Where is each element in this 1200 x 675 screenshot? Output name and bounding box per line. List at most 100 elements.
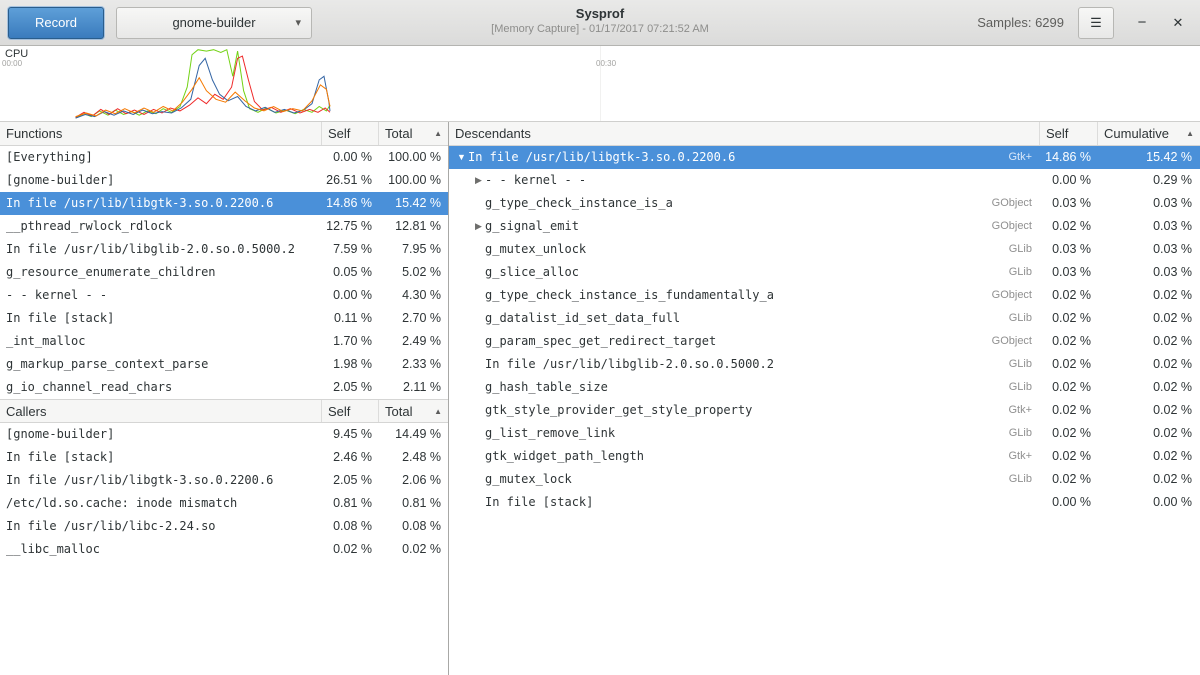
- function-name: g_io_channel_read_chars: [0, 376, 322, 399]
- table-row[interactable]: g_mutex_lockGLib0.02 %0.02 %: [449, 468, 1200, 491]
- column-header-self[interactable]: Self: [1040, 122, 1098, 145]
- table-row[interactable]: In file [stack]0.11 %2.70 %: [0, 307, 448, 330]
- table-row[interactable]: __pthread_rwlock_rdlock12.75 %12.81 %: [0, 215, 448, 238]
- close-button[interactable]: ✕: [1170, 15, 1186, 31]
- descendant-name-cell: gtk_style_provider_get_style_propertyGtk…: [449, 399, 1040, 422]
- category-label: GObject: [992, 330, 1040, 353]
- function-name: In file /usr/lib/libgtk-3.so.0.2200.6: [0, 469, 322, 492]
- function-name: _int_malloc: [0, 330, 322, 353]
- column-header-total[interactable]: Total ▲: [379, 400, 448, 422]
- table-row[interactable]: g_io_channel_read_chars2.05 %2.11 %: [0, 376, 448, 399]
- table-row[interactable]: ▼In file /usr/lib/libgtk-3.so.0.2200.6Gt…: [449, 146, 1200, 169]
- chevron-down-icon: ▾: [295, 16, 301, 29]
- column-header-label: Self: [328, 126, 350, 141]
- self-percent: 0.02 %: [322, 538, 379, 561]
- function-name: - - kernel - -: [485, 169, 586, 192]
- function-name: [gnome-builder]: [0, 423, 322, 446]
- function-name: In file /usr/lib/libc-2.24.so: [0, 515, 322, 538]
- function-name: In file /usr/lib/libglib-2.0.so.0.5000.2: [0, 238, 322, 261]
- function-name: - - kernel - -: [0, 284, 322, 307]
- table-row[interactable]: In file /usr/lib/libglib-2.0.so.0.5000.2…: [0, 238, 448, 261]
- table-row[interactable]: [gnome-builder]26.51 %100.00 %: [0, 169, 448, 192]
- target-selector-dropdown[interactable]: gnome-builder ▾: [116, 7, 312, 39]
- self-percent: 0.02 %: [1040, 330, 1098, 353]
- column-header-label: Descendants: [455, 126, 531, 141]
- time-tick-start: 00:00: [2, 59, 22, 68]
- table-row[interactable]: g_slice_allocGLib0.03 %0.03 %: [449, 261, 1200, 284]
- total-percent: 7.95 %: [379, 238, 448, 261]
- table-row[interactable]: In file /usr/lib/libgtk-3.so.0.2200.614.…: [0, 192, 448, 215]
- self-percent: 0.02 %: [1040, 376, 1098, 399]
- self-percent: 0.03 %: [1040, 238, 1098, 261]
- column-header-descendants[interactable]: Descendants: [449, 122, 1040, 145]
- table-row[interactable]: In file [stack]0.00 %0.00 %: [449, 491, 1200, 514]
- total-percent: 2.70 %: [379, 307, 448, 330]
- column-header-label: Total: [385, 404, 412, 419]
- table-row[interactable]: g_mutex_unlockGLib0.03 %0.03 %: [449, 238, 1200, 261]
- table-row[interactable]: g_type_check_instance_is_aGObject0.03 %0…: [449, 192, 1200, 215]
- table-row[interactable]: ▶- - kernel - -0.00 %0.29 %: [449, 169, 1200, 192]
- table-row[interactable]: g_markup_parse_context_parse1.98 %2.33 %: [0, 353, 448, 376]
- expander-open-icon[interactable]: ▼: [455, 146, 468, 169]
- table-row[interactable]: g_type_check_instance_is_fundamentally_a…: [449, 284, 1200, 307]
- function-name: In file [stack]: [485, 491, 593, 514]
- table-row[interactable]: gtk_widget_path_lengthGtk+0.02 %0.02 %: [449, 445, 1200, 468]
- table-row[interactable]: gtk_style_provider_get_style_propertyGtk…: [449, 399, 1200, 422]
- table-row[interactable]: _int_malloc1.70 %2.49 %: [0, 330, 448, 353]
- menu-button[interactable]: ☰: [1078, 7, 1114, 39]
- descendant-name-cell: ▼In file /usr/lib/libgtk-3.so.0.2200.6Gt…: [449, 146, 1040, 169]
- self-percent: 7.59 %: [322, 238, 379, 261]
- cumulative-percent: 0.02 %: [1098, 353, 1200, 376]
- table-row[interactable]: ▶g_signal_emitGObject0.02 %0.03 %: [449, 215, 1200, 238]
- table-row[interactable]: In file /usr/lib/libglib-2.0.so.0.5000.2…: [449, 353, 1200, 376]
- column-header-self[interactable]: Self: [322, 400, 379, 422]
- column-header-callers[interactable]: Callers: [0, 400, 322, 422]
- self-percent: 9.45 %: [322, 423, 379, 446]
- table-row[interactable]: In file [stack]2.46 %2.48 %: [0, 446, 448, 469]
- cumulative-percent: 0.02 %: [1098, 468, 1200, 491]
- self-percent: 26.51 %: [322, 169, 379, 192]
- category-label: GLib: [1009, 307, 1040, 330]
- column-header-label: Self: [1046, 126, 1068, 141]
- descendant-name-cell: g_mutex_unlockGLib: [449, 238, 1040, 261]
- table-row[interactable]: g_resource_enumerate_children0.05 %5.02 …: [0, 261, 448, 284]
- descendant-name-cell: g_type_check_instance_is_fundamentally_a…: [449, 284, 1040, 307]
- function-name: g_hash_table_size: [485, 376, 608, 399]
- column-header-label: Functions: [6, 126, 62, 141]
- descendants-table-body: ▼In file /usr/lib/libgtk-3.so.0.2200.6Gt…: [449, 146, 1200, 514]
- category-label: GObject: [992, 215, 1040, 238]
- self-percent: 1.70 %: [322, 330, 379, 353]
- cpu-graph-strip[interactable]: CPU 00:00 00:30: [0, 46, 1200, 122]
- table-row[interactable]: In file /usr/lib/libc-2.24.so0.08 %0.08 …: [0, 515, 448, 538]
- cpu-series-cpu1: [76, 56, 330, 117]
- function-name: __pthread_rwlock_rdlock: [0, 215, 322, 238]
- descendant-name-cell: g_list_remove_linkGLib: [449, 422, 1040, 445]
- column-header-total[interactable]: Total ▲: [379, 122, 448, 145]
- table-row[interactable]: g_param_spec_get_redirect_targetGObject0…: [449, 330, 1200, 353]
- table-row[interactable]: [gnome-builder]9.45 %14.49 %: [0, 423, 448, 446]
- table-row[interactable]: [Everything]0.00 %100.00 %: [0, 146, 448, 169]
- table-row[interactable]: - - kernel - -0.00 %4.30 %: [0, 284, 448, 307]
- table-row[interactable]: In file /usr/lib/libgtk-3.so.0.2200.6 2.0…: [0, 469, 448, 492]
- descendant-name-cell: g_param_spec_get_redirect_targetGObject: [449, 330, 1040, 353]
- function-name: In file /usr/lib/libglib-2.0.so.0.5000.2: [485, 353, 774, 376]
- total-percent: 2.06 %: [379, 469, 448, 492]
- table-row[interactable]: g_hash_table_sizeGLib0.02 %0.02 %: [449, 376, 1200, 399]
- table-row[interactable]: g_list_remove_linkGLib0.02 %0.02 %: [449, 422, 1200, 445]
- expander-closed-icon[interactable]: ▶: [472, 169, 485, 192]
- self-percent: 14.86 %: [1040, 146, 1098, 169]
- expander-closed-icon[interactable]: ▶: [472, 215, 485, 238]
- column-header-self[interactable]: Self: [322, 122, 379, 145]
- category-label: GObject: [992, 192, 1040, 215]
- function-name: gtk_style_provider_get_style_property: [485, 399, 752, 422]
- category-label: GLib: [1009, 261, 1040, 284]
- record-button[interactable]: Record: [8, 7, 104, 39]
- table-row[interactable]: /etc/ld.so.cache: inode mismatch0.81 %0.…: [0, 492, 448, 515]
- column-header-functions[interactable]: Functions: [0, 122, 322, 145]
- self-percent: 0.11 %: [322, 307, 379, 330]
- column-header-cumulative[interactable]: Cumulative ▲: [1098, 122, 1200, 145]
- sort-indicator-icon: ▲: [1180, 129, 1194, 138]
- minimize-button[interactable]: −: [1134, 14, 1150, 31]
- table-row[interactable]: g_datalist_id_set_data_fullGLib0.02 %0.0…: [449, 307, 1200, 330]
- table-row[interactable]: __libc_malloc0.02 %0.02 %: [0, 538, 448, 561]
